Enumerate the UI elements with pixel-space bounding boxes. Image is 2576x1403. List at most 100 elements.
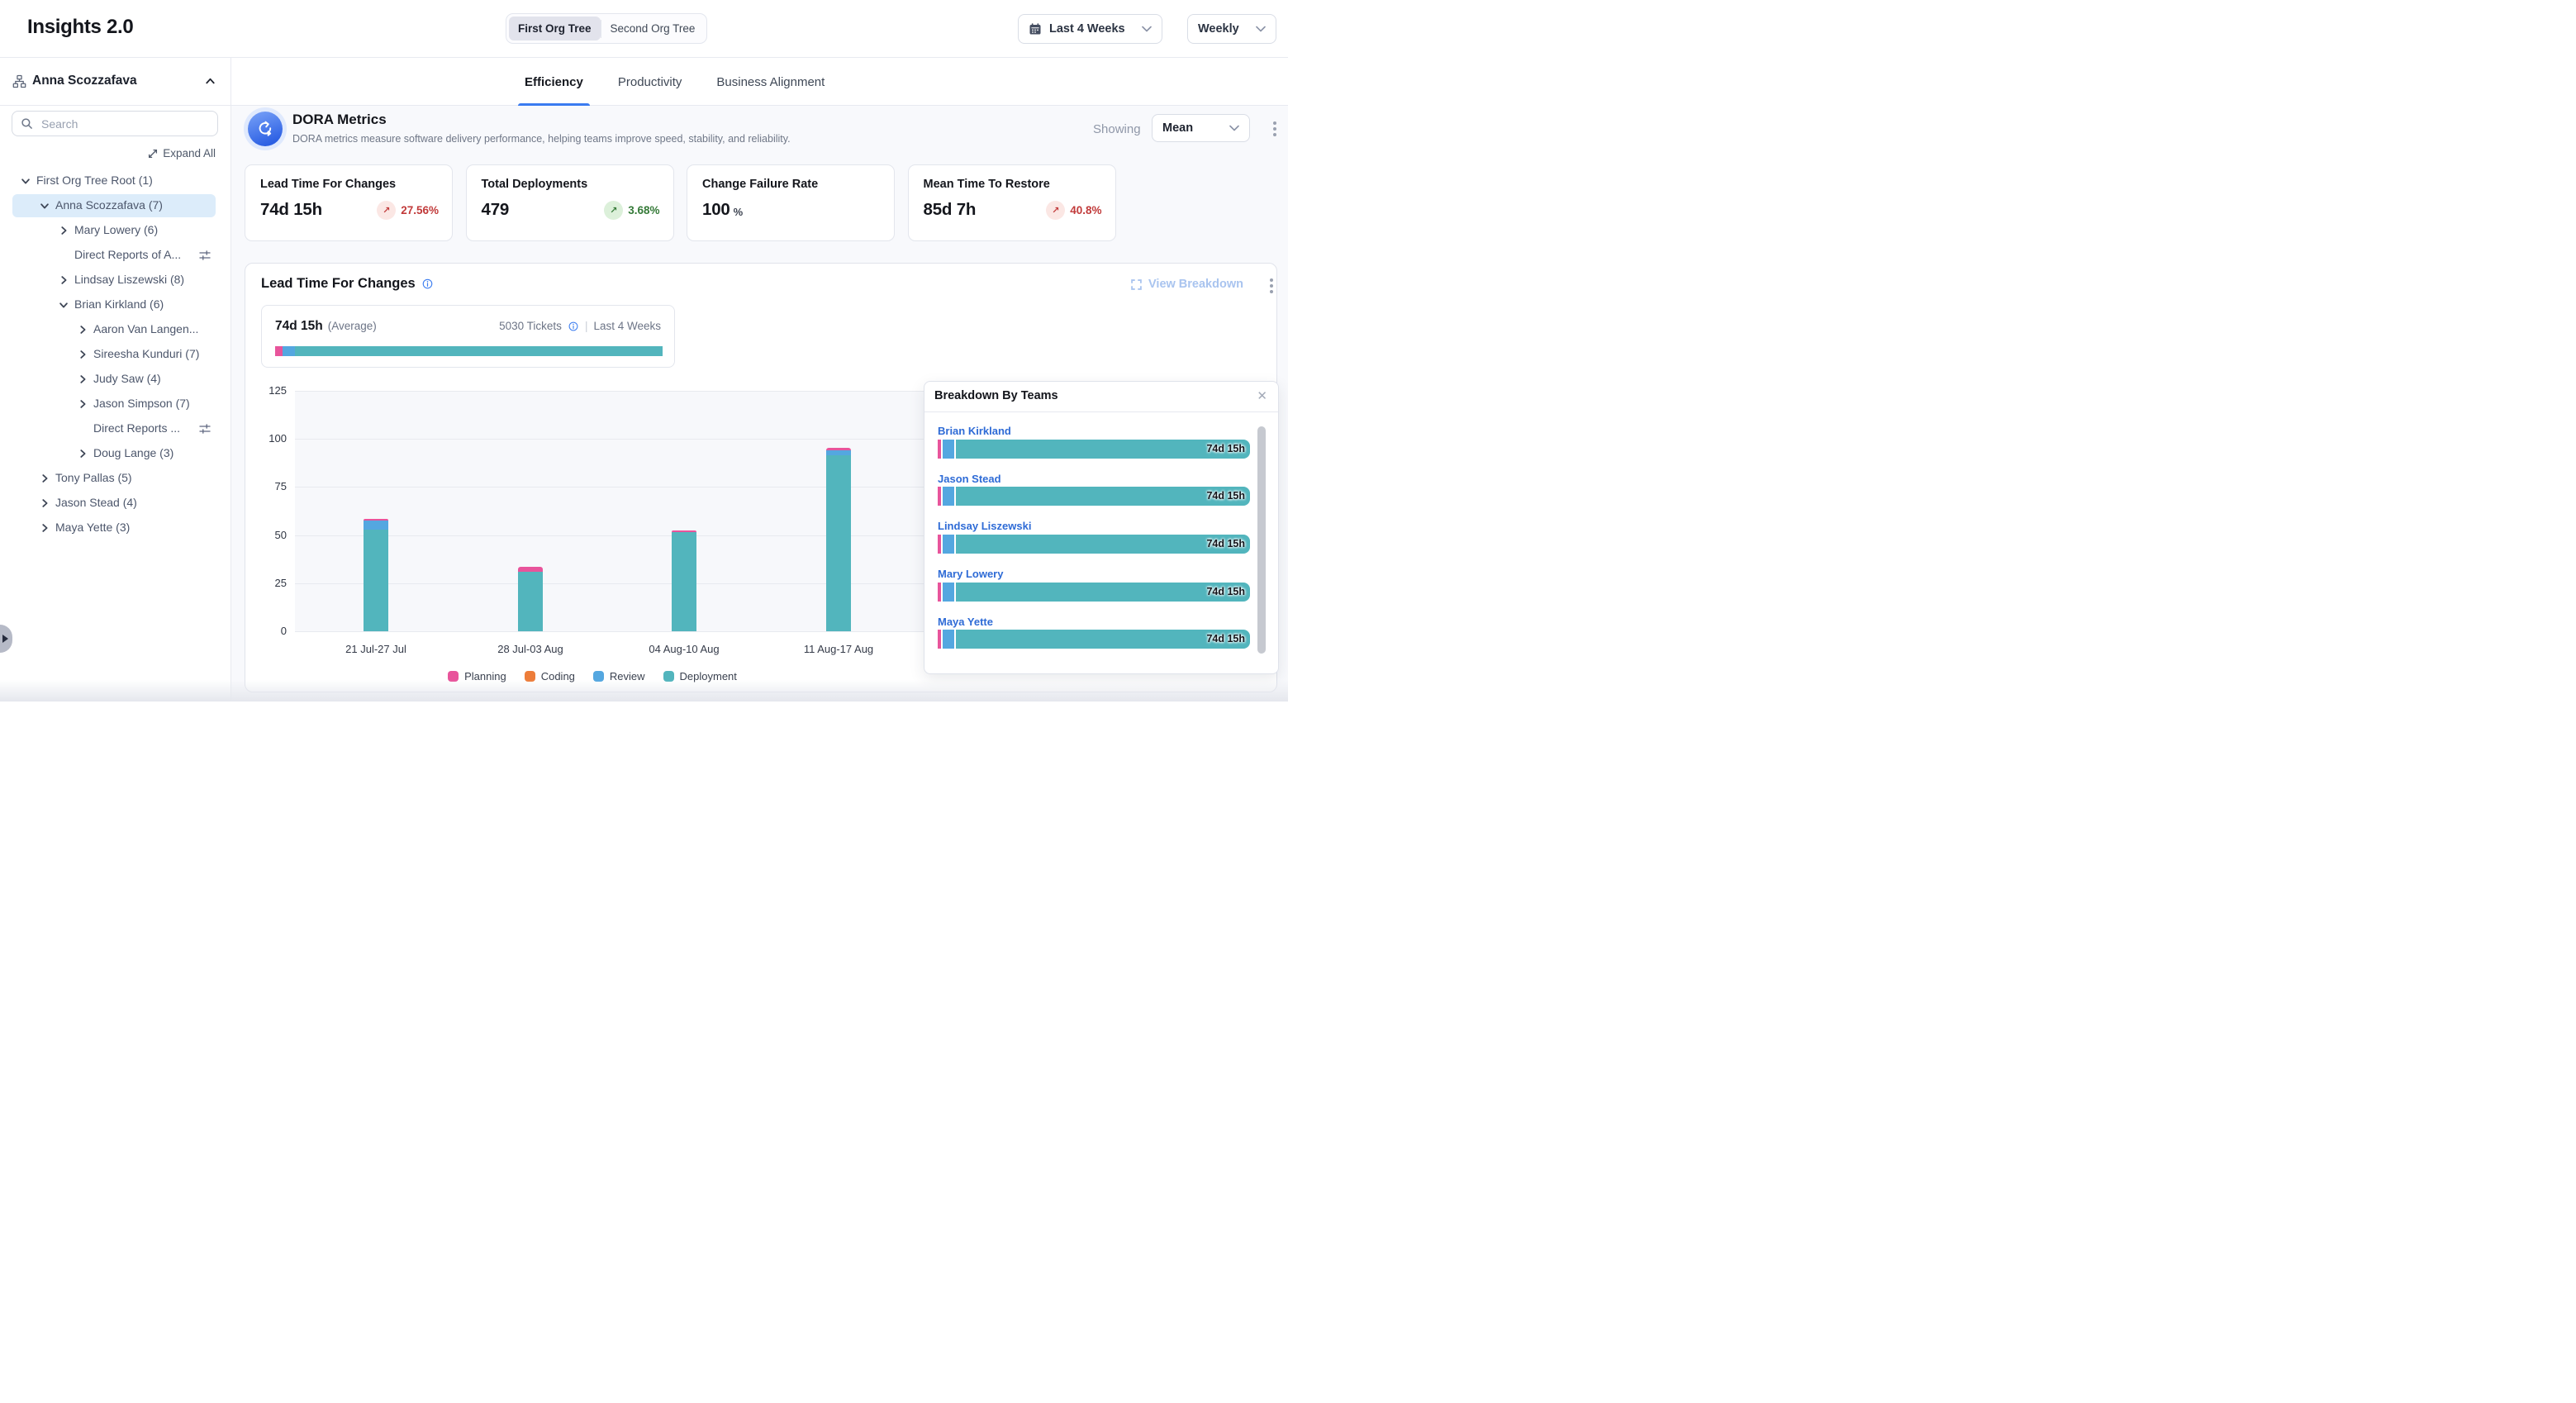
team-bar-value: 74d 15h [1206, 538, 1245, 549]
tree-item-sireesha-kunduri-7[interactable]: Sireesha Kunduri (7) [0, 342, 231, 367]
legend-item-coding[interactable]: Coding [525, 670, 575, 682]
metric-card-title: Lead Time For Changes [260, 178, 439, 191]
legend-item-planning[interactable]: Planning [448, 670, 506, 682]
summary-value-group: 74d 15h (Average) [275, 319, 377, 334]
summary-segment-planning [275, 346, 283, 356]
summary-phase-bar [275, 346, 663, 356]
tree-item-jason-simpson-7[interactable]: Jason Simpson (7) [0, 392, 231, 416]
bar-11-Aug-17-Aug-deployment [826, 455, 851, 631]
team-link-mary-lowery[interactable]: Mary Lowery [938, 568, 1003, 580]
tab-productivity[interactable]: Productivity [611, 58, 689, 106]
search-input[interactable] [40, 117, 209, 131]
team-link-brian-kirkland[interactable]: Brian Kirkland [938, 425, 1011, 437]
toggle-first-org-tree[interactable]: First Org Tree [509, 17, 601, 40]
team-bar-planning-segment [938, 440, 941, 459]
legend-item-deployment[interactable]: Deployment [663, 670, 737, 682]
tree-item-label: Sireesha Kunduri (7) [93, 347, 199, 360]
team-link-maya-yette[interactable]: Maya Yette [938, 616, 993, 628]
bar-21-Jul-27-Jul-deployment [364, 530, 388, 631]
tree-item-label: Direct Reports ... [93, 421, 180, 435]
tree-item-jason-stead-4[interactable]: Jason Stead (4) [0, 491, 231, 516]
chevron-right-icon[interactable] [39, 522, 50, 534]
chevron-down-icon[interactable] [39, 200, 50, 212]
team-bar-review-segment [943, 440, 954, 459]
x-tick-label-2: 28 Jul-03 Aug [481, 643, 580, 655]
legend-chip-review [593, 671, 604, 682]
chevron-down-icon[interactable] [20, 175, 31, 187]
tree-item-label: Direct Reports of A... [74, 248, 181, 261]
tree-item-maya-yette-3[interactable]: Maya Yette (3) [0, 516, 231, 540]
metric-delta-badge: ↗40.8% [1046, 201, 1101, 220]
tree-item-direct-reports[interactable]: Direct Reports ... [0, 416, 231, 441]
metric-card-value: 74d 15h [260, 200, 322, 220]
chevron-right-icon[interactable] [58, 274, 69, 286]
showing-select[interactable]: Mean [1152, 114, 1250, 142]
legend-item-review[interactable]: Review [593, 670, 645, 682]
dora-kebab-menu[interactable] [1273, 121, 1276, 136]
team-bar-mary-lowery: 74d 15h [938, 583, 1250, 602]
tabs: Efficiency Productivity Business Alignme… [518, 58, 831, 106]
tree-item-anna-scozzafava-7[interactable]: Anna Scozzafava (7) [0, 193, 231, 218]
tree-item-first-org-tree-root-1[interactable]: First Org Tree Root (1) [0, 169, 231, 193]
tree-item-label: Lindsay Liszewski (8) [74, 273, 184, 286]
app-root: Insights 2.0 First Org Tree Second Org T… [0, 0, 1288, 702]
toggle-second-org-tree[interactable]: Second Org Tree [601, 17, 705, 40]
chevron-right-icon[interactable] [77, 349, 88, 360]
chevron-right-icon[interactable] [77, 398, 88, 410]
sidebar-header: Anna Scozzafava [0, 58, 231, 106]
y-tick-label-0: 0 [247, 625, 287, 637]
close-icon[interactable]: ✕ [1257, 388, 1267, 403]
sidebar-selected-person: Anna Scozzafava [32, 74, 137, 88]
tree-item-mary-lowery-6[interactable]: Mary Lowery (6) [0, 218, 231, 243]
chevron-right-icon[interactable] [39, 497, 50, 509]
chevron-right-icon[interactable] [77, 448, 88, 459]
tree-item-direct-reports-of-a[interactable]: Direct Reports of A... [0, 243, 231, 268]
trend-up-arrow-icon: ↗ [1046, 201, 1065, 220]
team-bar-planning-segment [938, 487, 941, 506]
info-icon[interactable] [421, 278, 434, 290]
dora-section-description: DORA metrics measure software delivery p… [292, 133, 791, 145]
tree-item-tony-pallas-5[interactable]: Tony Pallas (5) [0, 466, 231, 491]
x-tick-label-1: 21 Jul-27 Jul [326, 643, 425, 655]
tree-item-lindsay-liszewski-8[interactable]: Lindsay Liszewski (8) [0, 268, 231, 292]
bar-21-Jul-27-Jul-review [364, 521, 388, 529]
filter-icon[interactable] [198, 249, 211, 262]
showing-label: Showing [1093, 122, 1141, 136]
chart-kebab-menu[interactable] [1270, 278, 1273, 293]
chevron-right-icon[interactable] [77, 324, 88, 335]
tab-business-alignment[interactable]: Business Alignment [710, 58, 831, 106]
team-link-jason-stead[interactable]: Jason Stead [938, 473, 1001, 485]
expand-all-button[interactable]: Expand All [147, 147, 216, 159]
chevron-right-icon[interactable] [77, 373, 88, 385]
chevron-right-icon[interactable] [39, 473, 50, 484]
chevron-down-icon [1142, 26, 1152, 32]
tab-bar: Efficiency Productivity Business Alignme… [231, 58, 1288, 106]
panel-scrollbar-thumb[interactable] [1257, 426, 1266, 654]
view-breakdown-button[interactable]: View Breakdown [1130, 278, 1243, 291]
summary-segment-review [283, 346, 295, 356]
tab-efficiency[interactable]: Efficiency [518, 58, 590, 106]
chevron-right-icon[interactable] [58, 225, 69, 236]
date-range-select[interactable]: Last 4 Weeks [1018, 14, 1162, 44]
team-bar-jason-stead: 74d 15h [938, 487, 1250, 506]
tree-item-judy-saw-4[interactable]: Judy Saw (4) [0, 367, 231, 392]
tree-item-aaron-van-langen[interactable]: Aaron Van Langen... [0, 317, 231, 342]
tree-item-brian-kirkland-6[interactable]: Brian Kirkland (6) [0, 292, 231, 317]
triangle-right-icon [2, 635, 8, 643]
tree-item-label: First Org Tree Root (1) [36, 174, 153, 187]
date-range-value: Last 4 Weeks [1049, 22, 1125, 36]
info-icon[interactable] [568, 321, 579, 332]
filter-icon[interactable] [198, 422, 211, 435]
chevron-down-icon [1229, 125, 1239, 131]
summary-period: Last 4 Weeks [593, 320, 661, 332]
team-bar-lindsay-liszewski: 74d 15h [938, 535, 1250, 554]
team-bar-review-segment [943, 487, 954, 506]
sidebar-collapse-chevron-up-icon[interactable] [204, 75, 216, 92]
chevron-down-icon[interactable] [58, 299, 69, 311]
granularity-select[interactable]: Weekly [1187, 14, 1276, 44]
tree-item-label: Anna Scozzafava (7) [55, 198, 163, 212]
team-bar-maya-yette: 74d 15h [938, 630, 1250, 649]
tree-item-doug-lange-3[interactable]: Doug Lange (3) [0, 441, 231, 466]
dora-metrics-icon [248, 112, 283, 146]
team-link-lindsay-liszewski[interactable]: Lindsay Liszewski [938, 520, 1031, 532]
